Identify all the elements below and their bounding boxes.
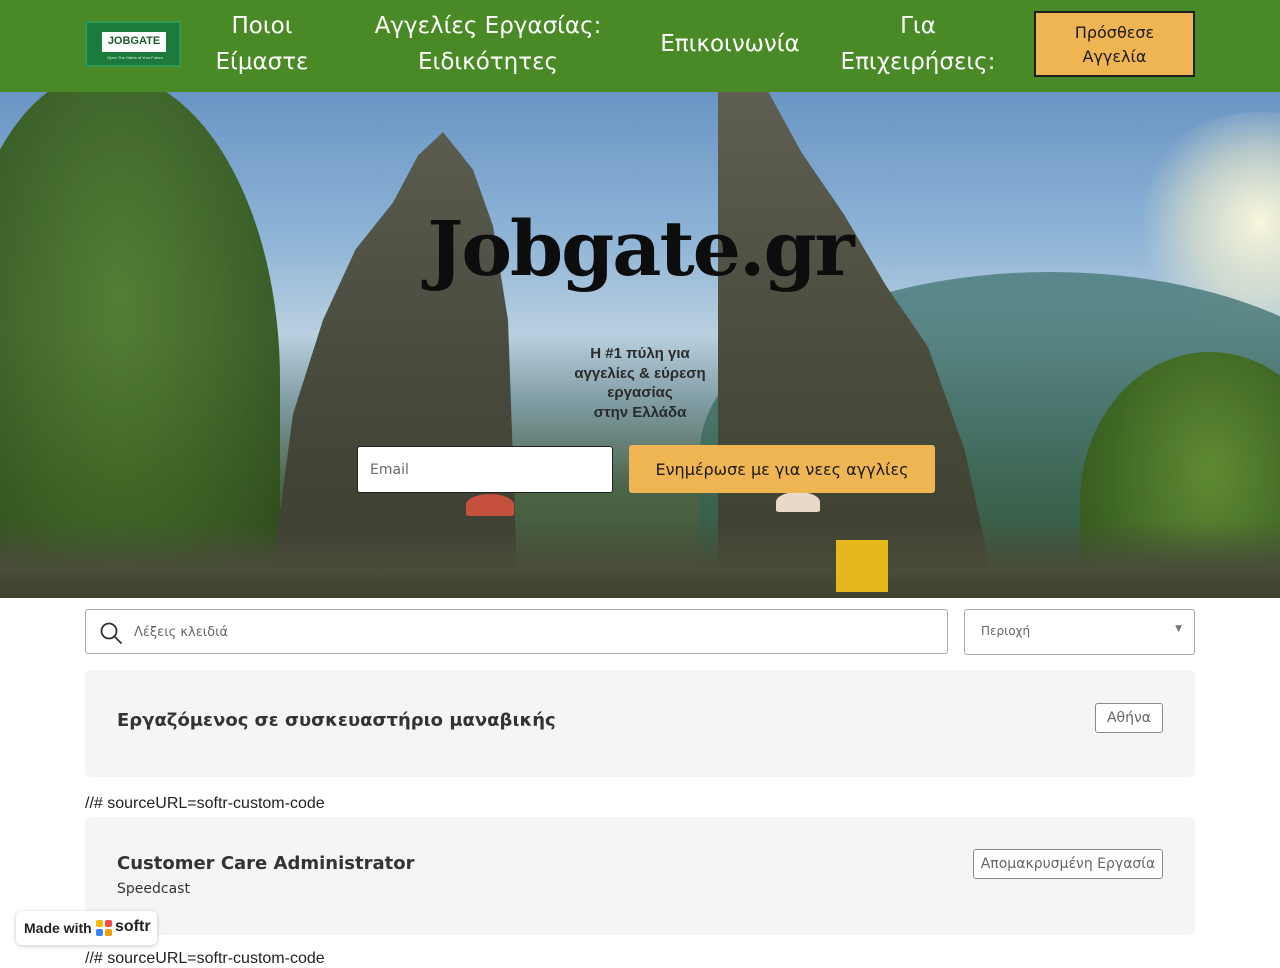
nav-link-business-line1: Για (900, 13, 936, 39)
hero-section: Jobgate.gr Η #1 πύλη για αγγελίες & εύρε… (0, 92, 1280, 598)
email-field[interactable] (357, 446, 613, 493)
job-company: Speedcast (117, 881, 190, 897)
nav-link-businesses[interactable]: Για Επιχειρήσεις: (830, 8, 1006, 80)
nav-link-about[interactable]: Ποιοι Είμαστε (200, 8, 324, 80)
add-job-button[interactable]: Πρόσθεσε Αγγελία (1034, 11, 1195, 77)
region-select-label: Περιοχή (981, 624, 1031, 638)
logo-tagline: Open The Gates of Your Future (107, 55, 163, 60)
nav-link-business-line2: Επιχειρήσεις: (840, 49, 996, 75)
add-job-line2: Αγγελία (1082, 47, 1147, 66)
hero-subtitle-line2: αγγελίες & εύρεση (574, 364, 706, 382)
keyword-search-box[interactable] (85, 609, 948, 654)
hero-subtitle-line1: Η #1 πύλη για (590, 345, 690, 362)
hero-subtitle-line3: εργασίας (607, 384, 673, 401)
top-navbar: JOBGATE Open The Gates of Your Future Πο… (0, 0, 1280, 92)
chevron-down-icon: ▼ (1175, 624, 1182, 634)
job-title: Customer Care Administrator (117, 853, 415, 874)
region-select[interactable]: Περιοχή ▼ (964, 609, 1195, 655)
nav-link-contact[interactable]: Επικοινωνία (648, 26, 812, 62)
custom-code-text: //# sourceURL=softr-custom-code (85, 795, 325, 812)
location-badge: Απομακρυσμένη Εργασία (973, 849, 1163, 879)
jobgate-logo[interactable]: JOBGATE Open The Gates of Your Future (85, 21, 181, 67)
softr-logo-icon (96, 920, 112, 936)
search-icon (100, 622, 122, 644)
search-input[interactable] (134, 618, 914, 646)
hero-title: Jobgate.gr (427, 204, 854, 293)
hero-yellow-cloth (836, 540, 888, 592)
location-badge: Αθήνα (1095, 703, 1163, 733)
hero-umbrella-red (466, 494, 514, 516)
logo-wordmark: JOBGATE (102, 32, 166, 52)
hero-umbrella-white (776, 492, 820, 512)
job-card[interactable]: Εργαζόμενος σε συσκευαστήριο μαναβικής Α… (85, 670, 1195, 777)
job-title: Εργαζόμενος σε συσκευαστήριο μαναβικής (117, 710, 556, 731)
nav-link-job-categories[interactable]: Αγγελίες Εργασίας: Ειδικότητες (362, 8, 614, 80)
hero-subtitle: Η #1 πύλη για αγγελίες & εύρεση εργασίας… (540, 344, 740, 422)
hero-subtitle-line4: στην Ελλάδα (593, 403, 687, 421)
made-with-label: Made with (24, 920, 92, 936)
nav-link-about-line1: Ποιοι (231, 13, 293, 39)
add-job-line1: Πρόσθεσε (1074, 23, 1155, 42)
custom-code-text: //# sourceURL=softr-custom-code (85, 950, 325, 967)
nav-link-about-line2: Είμαστε (215, 49, 309, 75)
nav-link-jobs-line1: Αγγελίες Εργασίας: (374, 13, 602, 39)
job-card[interactable]: Customer Care Administrator Speedcast Απ… (85, 817, 1195, 935)
softr-brand-name: softr (115, 918, 151, 935)
made-with-softr-badge[interactable]: Made with softr (16, 911, 157, 945)
nav-link-jobs-line2: Ειδικότητες (418, 49, 558, 75)
hero-ground (0, 522, 1280, 598)
subscribe-button[interactable]: Ενημέρωσε με για νεες αγγλίες (629, 445, 935, 493)
nav-link-contact-label: Επικοινωνία (660, 31, 800, 57)
